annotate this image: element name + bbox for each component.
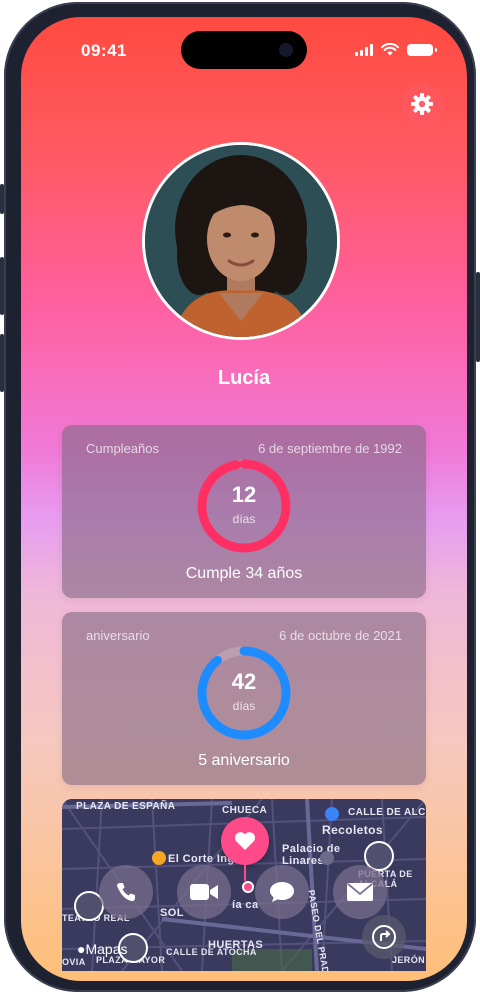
map-label: JERÓN bbox=[392, 955, 426, 965]
map-label: PLAZA DE ESPAÑA bbox=[76, 801, 176, 812]
map-label: CALLE DE ALC bbox=[348, 807, 426, 818]
dynamic-island bbox=[181, 31, 307, 69]
gear-icon bbox=[411, 93, 433, 115]
phone-frame: 09:41 Lucía Cumpleaños 6 de septiembre d… bbox=[0, 2, 480, 992]
directions-button[interactable] bbox=[362, 915, 406, 959]
anniversary-card[interactable]: aniversario 6 de octubre de 2021 42 días… bbox=[62, 612, 426, 785]
status-icons bbox=[355, 43, 437, 56]
heart-pin[interactable] bbox=[221, 817, 269, 865]
volume-down-button bbox=[0, 334, 4, 392]
card-caption: 5 aniversario bbox=[198, 752, 290, 769]
card-date: 6 de octubre de 2021 bbox=[279, 628, 402, 643]
action-button bbox=[0, 184, 4, 214]
wifi-icon bbox=[381, 43, 399, 56]
days-unit: días bbox=[232, 699, 256, 713]
mail-icon bbox=[347, 883, 373, 901]
map-label: CALLE DE ATOCHA bbox=[166, 947, 257, 957]
profile-name: Lucía bbox=[217, 367, 271, 389]
map-label: OVIA bbox=[62, 957, 86, 967]
avatar bbox=[142, 142, 340, 340]
days-count: 12 bbox=[231, 482, 257, 507]
maps-attribution[interactable]: ●Mapas bbox=[77, 941, 128, 957]
location-pin-dot bbox=[242, 881, 254, 893]
card-label: Cumpleaños bbox=[86, 441, 159, 456]
video-call-button[interactable] bbox=[177, 865, 231, 919]
camera-icon bbox=[279, 43, 293, 57]
countdown-ring: 42 días bbox=[196, 645, 292, 741]
countdown-ring: 12 días bbox=[196, 458, 292, 554]
days-unit: días bbox=[232, 512, 256, 526]
card-label: aniversario bbox=[86, 628, 150, 643]
map-label: CHUECA bbox=[222, 805, 268, 816]
status-time: 09:41 bbox=[81, 41, 127, 60]
signal-icon bbox=[355, 43, 373, 56]
portrait-photo bbox=[145, 145, 337, 337]
heart-icon bbox=[234, 832, 256, 850]
directions-icon bbox=[372, 925, 396, 949]
map-label: SOL bbox=[160, 907, 184, 919]
card-caption: Cumple 34 años bbox=[185, 565, 303, 582]
birthday-card[interactable]: Cumpleaños 6 de septiembre de 1992 12 dí… bbox=[62, 425, 426, 598]
card-date: 6 de septiembre de 1992 bbox=[258, 441, 402, 456]
map-label: ía ca bbox=[232, 899, 259, 911]
pin-stem bbox=[244, 863, 246, 881]
shopping-bag-icon bbox=[152, 851, 166, 865]
power-button bbox=[476, 272, 480, 362]
screen: 09:41 Lucía Cumpleaños 6 de septiembre d… bbox=[21, 17, 467, 981]
video-icon bbox=[190, 884, 218, 900]
battery-icon bbox=[407, 43, 437, 56]
volume-up-button bbox=[0, 257, 4, 315]
landmark-icon bbox=[320, 851, 334, 865]
map-label: Recoletos bbox=[322, 823, 383, 837]
status-bar: 09:41 bbox=[21, 17, 467, 71]
message-button[interactable] bbox=[255, 865, 309, 919]
mail-button[interactable] bbox=[333, 865, 387, 919]
metro-icon bbox=[325, 807, 339, 821]
days-count: 42 bbox=[231, 669, 257, 694]
phone-icon bbox=[117, 883, 135, 901]
message-icon bbox=[270, 882, 294, 902]
call-button[interactable] bbox=[99, 865, 153, 919]
settings-button[interactable] bbox=[401, 83, 443, 125]
